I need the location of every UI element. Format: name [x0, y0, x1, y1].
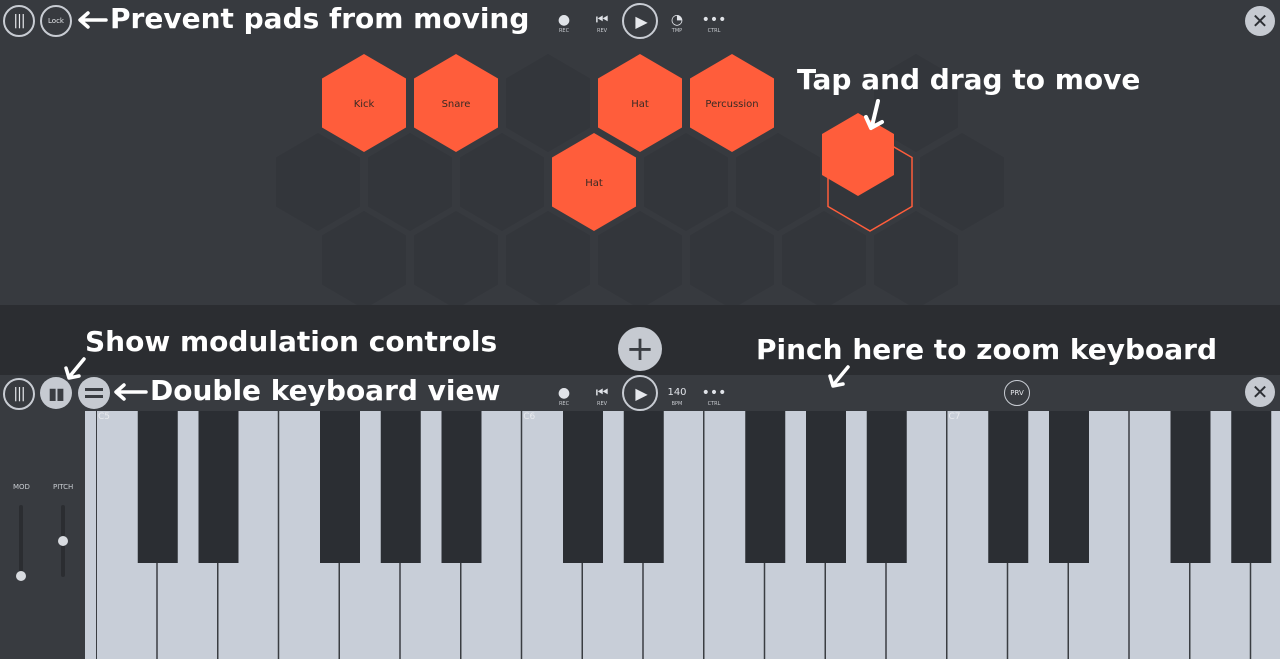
- controls-button[interactable]: ••• CTRL: [699, 385, 729, 408]
- empty-pad[interactable]: [276, 133, 360, 231]
- octave-label: C6: [523, 412, 535, 422]
- double-rows-icon: [85, 388, 103, 398]
- more-icon: •••: [701, 385, 727, 401]
- empty-pad[interactable]: [598, 211, 682, 305]
- play-icon: ▶: [635, 383, 648, 403]
- annotation-double-keyboard: Double keyboard view: [150, 374, 501, 407]
- black-key[interactable]: [1231, 411, 1272, 563]
- pad-grid: Kick Snare Hat Percussion Hat: [276, 54, 1004, 305]
- octave-label: C7: [949, 412, 961, 422]
- rewind-button[interactable]: ⏮ REV: [587, 385, 617, 408]
- modulation-icon: ▮▮: [48, 383, 65, 403]
- pad-label: Hat: [585, 178, 603, 189]
- record-button[interactable]: ● REC: [549, 385, 579, 408]
- plus-icon: +: [625, 329, 655, 369]
- mod-slider-track[interactable]: [19, 505, 23, 577]
- black-key[interactable]: [320, 411, 360, 563]
- double-keyboard-button[interactable]: [78, 377, 110, 409]
- mod-slider-thumb[interactable]: [16, 571, 26, 581]
- pad-label: Kick: [354, 99, 375, 110]
- tempo-display[interactable]: 140 BPM: [662, 385, 692, 408]
- pitch-label: PITCH: [53, 483, 74, 491]
- black-key[interactable]: [1170, 411, 1211, 563]
- play-button[interactable]: ▶: [622, 375, 658, 411]
- white-key[interactable]: [85, 411, 96, 659]
- black-key[interactable]: [380, 411, 421, 563]
- empty-pad[interactable]: [920, 133, 1004, 231]
- empty-pad[interactable]: [368, 133, 452, 231]
- empty-pad[interactable]: [782, 211, 866, 305]
- black-key[interactable]: [866, 411, 907, 563]
- pad-label: Percussion: [705, 99, 758, 110]
- mixer-button[interactable]: |||: [3, 378, 35, 410]
- add-button[interactable]: +: [618, 327, 662, 371]
- empty-pad[interactable]: [690, 211, 774, 305]
- arrow-left-icon: [114, 383, 148, 401]
- pad-label: Snare: [442, 99, 471, 110]
- empty-pad[interactable]: [506, 211, 590, 305]
- black-key[interactable]: [806, 411, 846, 563]
- black-key[interactable]: [745, 411, 786, 563]
- preview-button[interactable]: PRV: [1004, 380, 1030, 406]
- record-icon: ●: [557, 385, 571, 401]
- empty-pad[interactable]: [736, 133, 820, 231]
- skip-back-icon: ⏮: [595, 385, 609, 401]
- close-icon: ✕: [1251, 380, 1269, 404]
- annotation-pinch-zoom: Pinch here to zoom keyboard: [756, 333, 1218, 366]
- black-key[interactable]: [198, 411, 239, 563]
- black-key[interactable]: [441, 411, 482, 563]
- octave-label: C5: [98, 412, 110, 422]
- sliders-icon: |||: [13, 386, 25, 402]
- annotation-tap-drag: Tap and drag to move: [797, 63, 1141, 96]
- black-key[interactable]: [563, 411, 603, 563]
- piano-keyboard[interactable]: C5 C6 C7: [85, 411, 1280, 659]
- close-button[interactable]: ✕: [1245, 377, 1275, 407]
- pad-label: Hat: [631, 99, 649, 110]
- empty-pad[interactable]: [322, 211, 406, 305]
- black-key[interactable]: [1049, 411, 1089, 563]
- empty-pad[interactable]: [874, 211, 958, 305]
- empty-pad[interactable]: [460, 133, 544, 231]
- black-key[interactable]: [988, 411, 1029, 563]
- modulation-panel: [0, 411, 85, 659]
- empty-pad[interactable]: [506, 54, 590, 152]
- empty-pad[interactable]: [644, 133, 728, 231]
- mod-label: MOD: [13, 483, 30, 491]
- empty-pad[interactable]: [414, 211, 498, 305]
- arrow-down-icon: [828, 365, 850, 388]
- black-key[interactable]: [137, 411, 178, 563]
- modulation-toggle-button[interactable]: ▮▮: [40, 377, 72, 409]
- black-key[interactable]: [623, 411, 664, 563]
- annotation-show-modulation: Show modulation controls: [85, 325, 498, 358]
- pitch-slider-thumb[interactable]: [58, 536, 68, 546]
